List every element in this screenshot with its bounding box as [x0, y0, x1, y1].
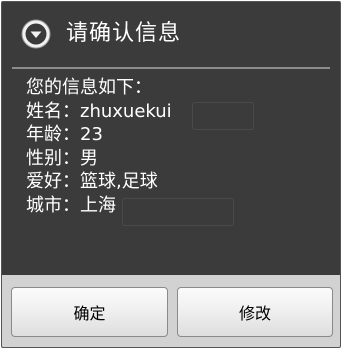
message-heading: 您的信息如下： — [26, 77, 152, 98]
dialog-title: 请确认信息 — [66, 21, 182, 46]
dialog-title-bar: 请确认信息 — [2, 2, 340, 66]
hobby-line: 爱好：篮球,足球 — [26, 171, 158, 192]
age-line: 年龄：23 — [26, 124, 103, 145]
name-line: 姓名：zhuxuekui — [26, 100, 172, 122]
confirm-button[interactable]: 确定 — [11, 287, 168, 337]
gender-line: 性别：男 — [26, 147, 98, 169]
background-ghost-field — [192, 102, 254, 130]
city-line: 城市：上海 — [26, 194, 116, 216]
title-divider — [12, 67, 330, 69]
dialog-button-bar: 确定 修改 — [2, 275, 340, 347]
dialog-message: 您的信息如下： 姓名：zhuxuekui 年龄：23 性别：男 爱好：篮球,足球… — [26, 76, 172, 217]
modify-button[interactable]: 修改 — [177, 287, 333, 337]
confirm-info-dialog: 请确认信息 您的信息如下： 姓名：zhuxuekui 年龄：23 性别：男 爱好… — [1, 1, 341, 348]
chevron-down-circle-icon — [21, 19, 51, 49]
